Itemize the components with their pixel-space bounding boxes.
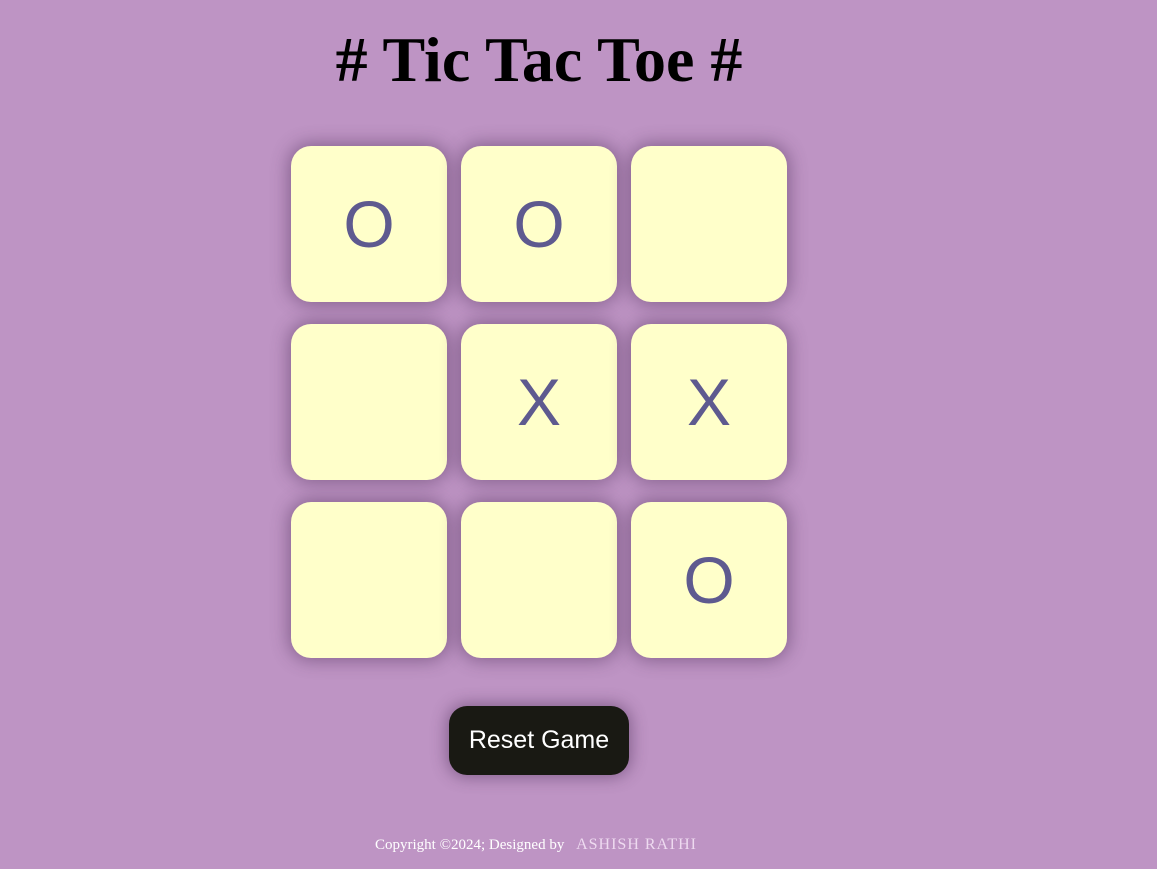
footer: Copyright ©2024; Designed by ASHISH RATH… [0,836,1072,854]
board-cell-9[interactable]: O [631,502,787,658]
board-cell-2[interactable]: O [461,146,617,302]
copyright-text: Copyright ©2024; Designed by [375,837,565,853]
game-board: O O X X O [291,146,787,658]
board-cell-6[interactable]: X [631,324,787,480]
author-link[interactable]: ASHISH RATHI [576,836,697,853]
board-cell-5[interactable]: X [461,324,617,480]
reset-game-button[interactable]: Reset Game [449,706,629,775]
board-cell-3[interactable] [631,146,787,302]
board-cell-8[interactable] [461,502,617,658]
board-cell-1[interactable]: O [291,146,447,302]
board-cell-4[interactable] [291,324,447,480]
page-title: # Tic Tac Toe # [335,24,743,95]
board-cell-7[interactable] [291,502,447,658]
